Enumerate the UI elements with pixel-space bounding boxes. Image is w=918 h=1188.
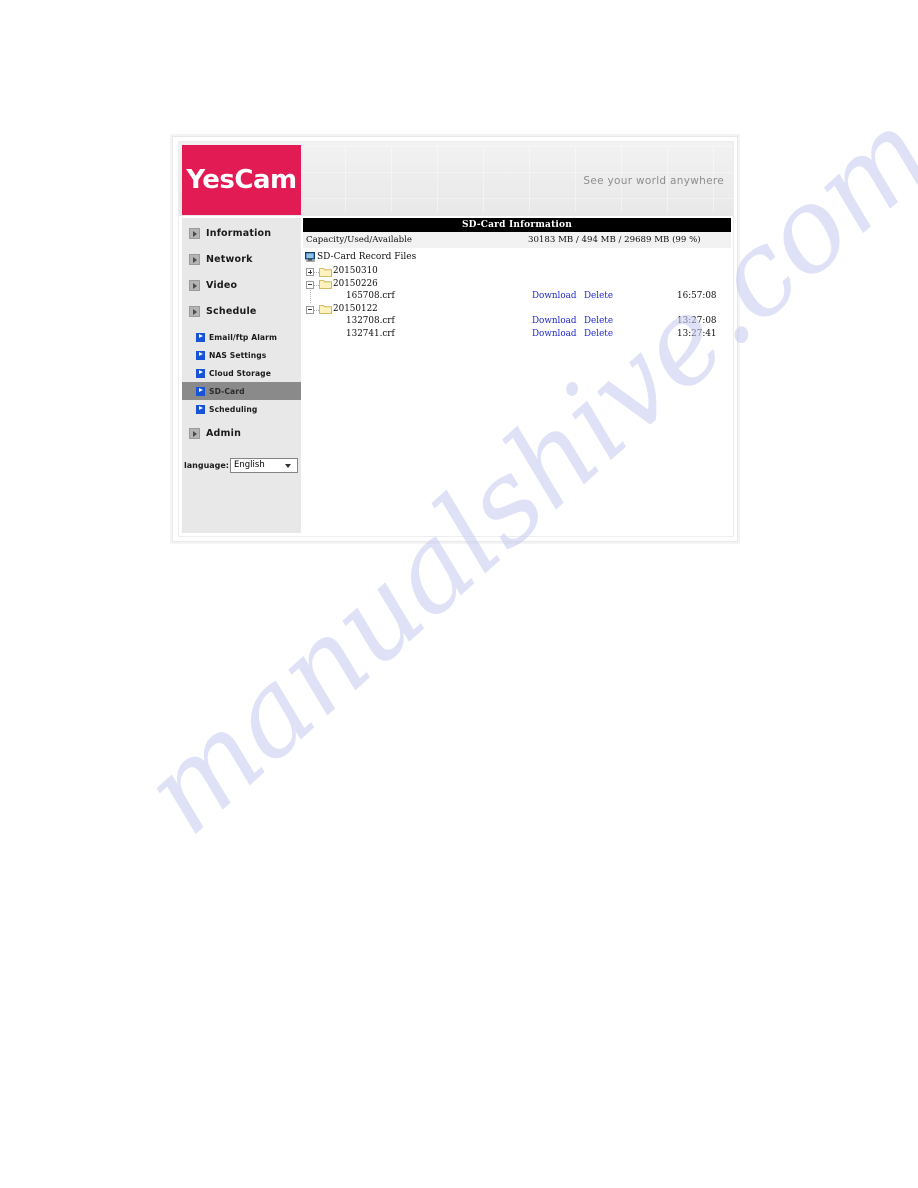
sidebar-item-nas-settings[interactable]: NAS Settings — [182, 346, 301, 364]
sidebar-item-label: Scheduling — [209, 404, 258, 414]
sd-card-file-tree: 20150310 20150226 165708.crf Download De… — [303, 265, 731, 340]
sidebar-item-label: Cloud Storage — [209, 368, 271, 378]
download-link[interactable]: Download — [532, 291, 577, 301]
tree-row: 20150122 — [303, 303, 731, 316]
tree-row: 20150226 — [303, 278, 731, 291]
sidebar-item-label: Video — [206, 280, 238, 291]
language-label: language: — [184, 461, 230, 470]
sidebar-item-label: Information — [206, 228, 272, 239]
download-link[interactable]: Download — [532, 329, 577, 339]
sidebar-item-scheduling[interactable]: Scheduling — [182, 400, 301, 418]
folder-icon — [319, 267, 332, 277]
sidebar-item-label: Network — [206, 254, 253, 265]
table-row: 132708.crf Download Delete 13:27:08 — [303, 315, 731, 328]
sidebar-item-admin[interactable]: Admin — [182, 422, 301, 445]
sidebar-item-sd-card[interactable]: SD-Card — [182, 382, 301, 400]
language-select-value: English — [234, 460, 265, 470]
triangle-right-icon — [196, 404, 205, 414]
file-name: 132708.crf — [346, 316, 395, 326]
triangle-right-icon — [189, 228, 200, 239]
triangle-right-icon — [189, 254, 200, 265]
sidebar-item-label: Email/ftp Alarm — [209, 332, 277, 342]
delete-link[interactable]: Delete — [584, 291, 613, 301]
folder-name[interactable]: 20150310 — [333, 266, 378, 276]
triangle-right-icon — [196, 332, 205, 342]
tree-row: 20150310 — [303, 265, 731, 278]
triangle-right-icon — [196, 368, 205, 378]
folder-icon — [319, 279, 332, 289]
monitor-icon — [305, 252, 316, 262]
table-row: 132741.crf Download Delete 13:27:41 — [303, 328, 731, 341]
sidebar-item-schedule[interactable]: Schedule — [182, 300, 301, 323]
language-selector-row: language: English — [182, 458, 299, 473]
capacity-value: 30183 MB / 494 MB / 29689 MB (99 %) — [528, 235, 701, 245]
file-time: 16:57:08 — [677, 291, 717, 301]
sidebar-item-network[interactable]: Network — [182, 248, 301, 271]
record-files-heading-label: SD-Card Record Files — [317, 252, 417, 262]
folder-name[interactable]: 20150226 — [333, 279, 378, 289]
download-link[interactable]: Download — [532, 316, 577, 326]
sidebar-item-label: Admin — [206, 428, 242, 439]
capacity-label: Capacity/Used/Available — [306, 235, 413, 245]
language-select[interactable]: English — [230, 458, 299, 473]
file-time: 13:27:08 — [677, 316, 717, 326]
sidebar-item-label: SD-Card — [209, 386, 245, 396]
folder-icon — [319, 304, 332, 314]
yescam-logo[interactable]: YesCam — [182, 145, 301, 215]
triangle-right-icon — [189, 306, 200, 317]
delete-link[interactable]: Delete — [584, 329, 613, 339]
file-time: 13:27:41 — [677, 328, 717, 339]
expand-toggle-icon[interactable] — [306, 268, 314, 276]
page-header: YesCam See your world anywhere — [179, 142, 733, 216]
file-name: 165708.crf — [346, 291, 395, 301]
logo-text: YesCam — [186, 165, 297, 195]
capacity-row: Capacity/Used/Available 30183 MB / 494 M… — [303, 232, 731, 248]
triangle-right-icon — [196, 386, 205, 396]
screenshot-frame: YesCam See your world anywhere Informati… — [172, 136, 738, 542]
sidebar-item-video[interactable]: Video — [182, 274, 301, 297]
file-name: 132741.crf — [346, 328, 395, 339]
sidebar-item-cloud-storage[interactable]: Cloud Storage — [182, 364, 301, 382]
camera-web-ui: YesCam See your world anywhere Informati… — [178, 141, 734, 537]
header-tagline: See your world anywhere — [583, 175, 724, 187]
page-title: SD-Card Information — [303, 218, 731, 232]
triangle-right-icon — [189, 428, 200, 439]
record-files-heading: SD-Card Record Files — [303, 252, 731, 262]
table-row: 165708.crf Download Delete 16:57:08 — [303, 290, 731, 303]
tree-connector — [310, 290, 312, 303]
triangle-right-icon — [189, 280, 200, 291]
delete-link[interactable]: Delete — [584, 316, 613, 326]
folder-name[interactable]: 20150122 — [333, 304, 378, 314]
sidebar-nav: Information Network Video Schedule Email — [182, 218, 301, 533]
triangle-right-icon — [196, 350, 205, 360]
collapse-toggle-icon[interactable] — [306, 305, 314, 314]
collapse-toggle-icon[interactable] — [306, 280, 314, 289]
sidebar-item-information[interactable]: Information — [182, 222, 301, 245]
sidebar-item-email-ftp-alarm[interactable]: Email/ftp Alarm — [182, 328, 301, 346]
sidebar-item-label: Schedule — [206, 306, 257, 317]
main-content: SD-Card Information Capacity/Used/Availa… — [303, 218, 731, 534]
sidebar-item-label: NAS Settings — [209, 350, 267, 360]
chevron-down-icon — [285, 464, 292, 468]
